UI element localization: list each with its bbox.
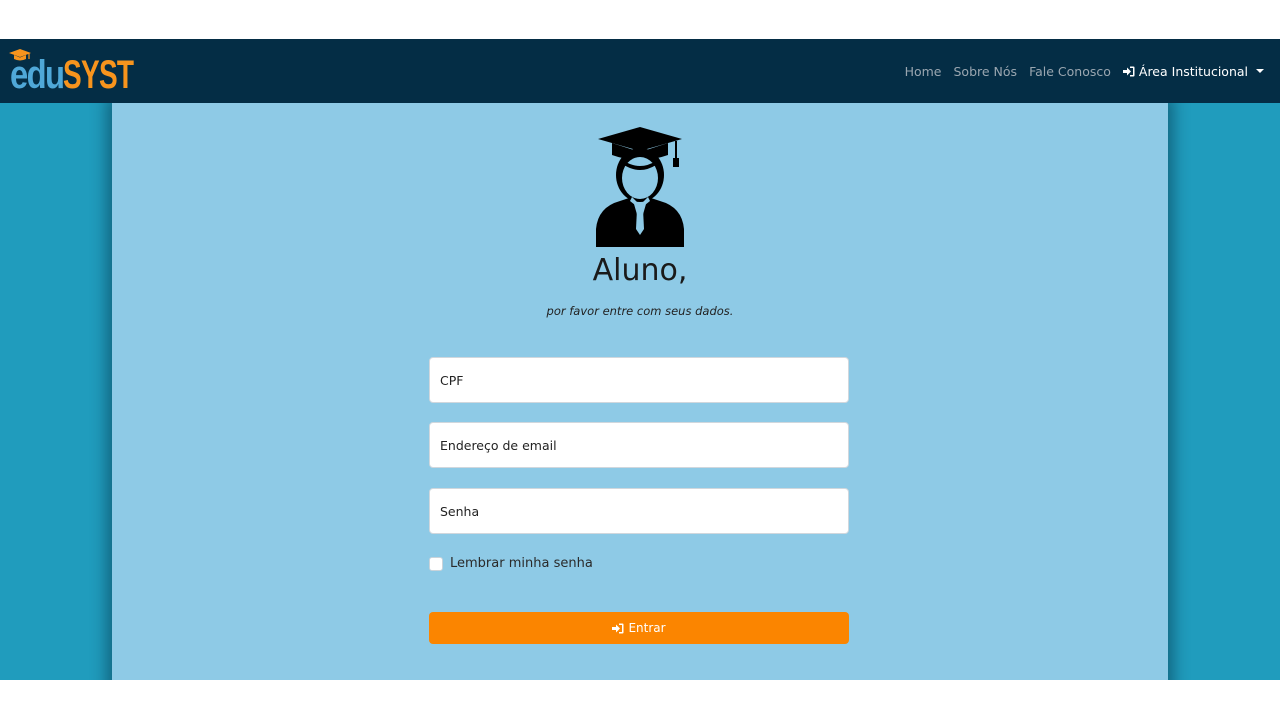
password-input[interactable] [429, 488, 849, 534]
nav-links: Home Sobre Nós Fale Conosco Área Institu… [893, 39, 1264, 103]
email-input[interactable] [429, 422, 849, 468]
entrar-button-label: Entrar [628, 621, 666, 635]
nav-area-institucional-label: Área Institucional [1138, 63, 1248, 79]
remember-row: Lembrar minha senha [429, 556, 593, 571]
login-subtitle: por favor entre com seus dados. [546, 304, 734, 318]
remember-checkbox[interactable] [429, 556, 443, 571]
sign-in-icon [612, 623, 624, 633]
nav-area-institucional-dropdown[interactable]: Área Institucional [1122, 63, 1264, 79]
nav-sobre-nos[interactable]: Sobre Nós [954, 64, 1018, 79]
graduate-student-icon [596, 127, 684, 247]
brand-text-edu: edu [10, 53, 65, 97]
cpf-input[interactable] [429, 357, 849, 403]
page-viewport: edu SYST Home Sobre Nós Fale Conosco Áre… [0, 39, 1280, 680]
nav-fale-conosco[interactable]: Fale Conosco [1029, 64, 1111, 79]
login-title: Aluno, [592, 253, 688, 288]
nav-home[interactable]: Home [905, 64, 942, 79]
remember-label[interactable]: Lembrar minha senha [450, 556, 593, 571]
sign-in-icon [1122, 66, 1135, 76]
brand-text-syst: SYST [63, 53, 134, 97]
login-panel: Aluno, por favor entre com seus dados. L… [112, 103, 1168, 680]
navbar: edu SYST Home Sobre Nós Fale Conosco Áre… [0, 39, 1280, 103]
caret-down-icon [1256, 69, 1264, 73]
brand-logo[interactable]: edu SYST [9, 49, 164, 97]
entrar-button[interactable]: Entrar [429, 612, 849, 644]
